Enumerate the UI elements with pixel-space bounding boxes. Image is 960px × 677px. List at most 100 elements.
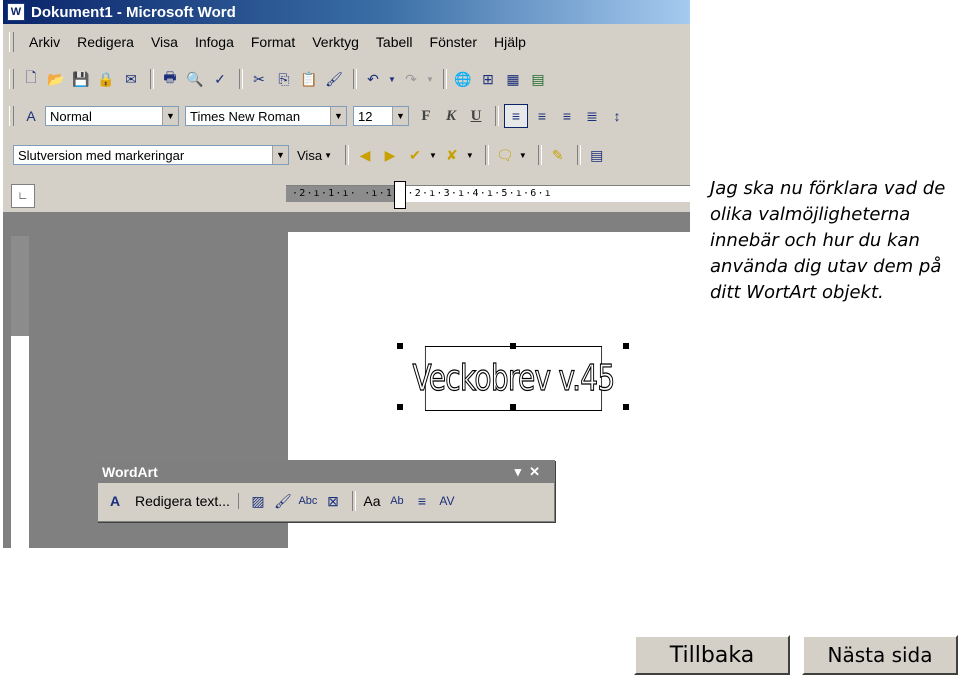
- selection-handle[interactable]: [510, 343, 516, 349]
- horizontal-ruler[interactable]: ·2·ı·1·ı· ·ı·1·ı·2·ı·3·ı·4·ı·5·ı·6·ı: [286, 181, 690, 209]
- hyperlink-icon[interactable]: 🌐: [452, 68, 474, 90]
- menu-visa[interactable]: Visa: [144, 34, 188, 50]
- next-change-icon[interactable]: ▶: [379, 144, 401, 166]
- chevron-down-icon[interactable]: ▼: [392, 107, 408, 125]
- redo-dropdown-icon[interactable]: ▼: [425, 68, 435, 90]
- same-letter-heights-icon[interactable]: Aa: [361, 490, 383, 512]
- toolbar-grip[interactable]: [9, 69, 14, 89]
- chevron-down-icon[interactable]: ▾: [515, 464, 530, 479]
- toolbar-separator: [576, 145, 581, 165]
- back-button[interactable]: Tillbaka: [634, 635, 790, 675]
- wordart-toolbar-titlebar[interactable]: WordArt ▾✕: [98, 461, 554, 483]
- markup-mode-dropdown[interactable]: Slutversion med markeringar ▼: [13, 145, 289, 165]
- toolbar-grip[interactable]: [9, 106, 14, 126]
- tables-borders-icon[interactable]: ⊞: [477, 68, 499, 90]
- menu-arkiv[interactable]: Arkiv: [22, 34, 70, 50]
- track-changes-icon[interactable]: ✎: [547, 144, 569, 166]
- chevron-down-icon[interactable]: ▼: [429, 151, 437, 160]
- font-size-dropdown[interactable]: 12 ▼: [353, 106, 409, 126]
- permission-icon[interactable]: 🔒: [95, 68, 117, 90]
- align-center-icon[interactable]: ≡: [531, 105, 553, 127]
- chevron-down-icon[interactable]: ▼: [519, 151, 527, 160]
- wordart-gallery-icon[interactable]: ▨: [247, 490, 269, 512]
- format-wordart-icon[interactable]: 🖌: [272, 490, 294, 512]
- vertical-text-icon[interactable]: Ab: [386, 490, 408, 512]
- cut-icon[interactable]: ✂: [248, 68, 270, 90]
- print-preview-icon[interactable]: 🔍: [184, 68, 206, 90]
- toolbar-separator: [495, 106, 499, 126]
- reviewing-pane-icon[interactable]: ▤: [586, 144, 608, 166]
- chevron-down-icon[interactable]: ▼: [330, 107, 346, 125]
- menu-tabell[interactable]: Tabell: [369, 34, 423, 50]
- wordart-shape-icon[interactable]: Abc: [297, 490, 319, 512]
- new-document-icon[interactable]: 🗋: [20, 68, 42, 90]
- font-dropdown[interactable]: Times New Roman ▼: [185, 106, 347, 126]
- reject-change-icon[interactable]: ✘: [441, 144, 463, 166]
- insert-table-icon[interactable]: ▦: [502, 68, 524, 90]
- chevron-down-icon[interactable]: ▼: [466, 151, 474, 160]
- window-title: Dokument1 - Microsoft Word: [31, 3, 236, 21]
- print-icon[interactable]: 🖶: [159, 68, 181, 90]
- paste-icon[interactable]: 📋: [298, 68, 320, 90]
- edit-text-button[interactable]: Redigera text...: [129, 493, 239, 509]
- indent-marker[interactable]: [394, 181, 406, 209]
- toolbar-separator: [353, 69, 357, 89]
- markup-mode-value: Slutversion med markeringar: [18, 147, 185, 163]
- toolbar-grip[interactable]: [9, 32, 14, 52]
- styles-formatting-icon[interactable]: A: [20, 105, 42, 127]
- mail-icon[interactable]: ✉: [120, 68, 142, 90]
- next-page-button[interactable]: Nästa sida: [802, 635, 958, 675]
- menu-infoga[interactable]: Infoga: [188, 34, 244, 50]
- menu-format[interactable]: Format: [244, 34, 305, 50]
- spelling-icon[interactable]: ✓: [209, 68, 231, 90]
- vertical-ruler[interactable]: [10, 236, 29, 548]
- align-left-icon[interactable]: ≡: [504, 104, 528, 128]
- undo-dropdown-icon[interactable]: ▼: [387, 68, 397, 90]
- explanation-text: Jag ska nu förklara vad de olika valmöjl…: [710, 178, 946, 303]
- show-menu[interactable]: Visa: [297, 148, 322, 163]
- chevron-down-icon[interactable]: ▼: [162, 107, 178, 125]
- reviewing-toolbar: Slutversion med markeringar ▼ Visa ▼ ◀ ▶…: [3, 139, 690, 171]
- alignment-icon[interactable]: ≡: [411, 490, 433, 512]
- italic-button[interactable]: K: [440, 105, 462, 127]
- close-icon[interactable]: ✕: [529, 464, 548, 479]
- toolbar-separator: [537, 145, 542, 165]
- selection-handle[interactable]: [510, 404, 516, 410]
- style-dropdown[interactable]: Normal ▼: [45, 106, 179, 126]
- formatting-toolbar: A Normal ▼ Times New Roman ▼ 12 ▼ F K U …: [3, 100, 690, 132]
- line-spacing-icon[interactable]: ↕: [606, 105, 628, 127]
- selection-handle[interactable]: [397, 404, 403, 410]
- save-icon[interactable]: 💾: [70, 68, 92, 90]
- chevron-down-icon[interactable]: ▼: [324, 151, 332, 160]
- underline-button[interactable]: U: [465, 105, 487, 127]
- redo-icon[interactable]: ↷: [400, 68, 422, 90]
- ruler-area: ∟ ·2·ı·1·ı· ·ı·1·ı·2·ı·3·ı·4·ı·5·ı·6·ı: [3, 178, 690, 212]
- insert-wordart-icon[interactable]: A: [104, 490, 126, 512]
- character-spacing-icon[interactable]: AV: [436, 490, 458, 512]
- toolbar-separator: [150, 69, 154, 89]
- tab-selector-icon[interactable]: ∟: [11, 184, 35, 208]
- undo-icon[interactable]: ↶: [362, 68, 384, 90]
- menu-fonster[interactable]: Fönster: [423, 34, 487, 50]
- selection-handle[interactable]: [397, 343, 403, 349]
- accept-change-icon[interactable]: ✔: [404, 144, 426, 166]
- ruler-ticks: ·2·ı·1·ı· ·ı·1·ı·2·ı·3·ı·4·ı·5·ı·6·ı: [292, 188, 552, 199]
- previous-change-icon[interactable]: ◀: [354, 144, 376, 166]
- wordart-object[interactable]: Veckobrev v.45: [412, 346, 616, 411]
- justify-icon[interactable]: ≣: [581, 105, 603, 127]
- new-comment-icon[interactable]: 🗨: [494, 144, 516, 166]
- menu-hjalp[interactable]: Hjälp: [487, 34, 536, 50]
- copy-icon[interactable]: ⎘: [273, 68, 295, 90]
- selection-handle[interactable]: [623, 343, 629, 349]
- word-app-icon: W: [7, 3, 25, 21]
- chevron-down-icon[interactable]: ▼: [272, 146, 288, 164]
- selection-handle[interactable]: [623, 404, 629, 410]
- insert-excel-icon[interactable]: ▤: [527, 68, 549, 90]
- align-right-icon[interactable]: ≡: [556, 105, 578, 127]
- format-painter-icon[interactable]: 🖌: [323, 68, 345, 90]
- menu-verktyg[interactable]: Verktyg: [305, 34, 369, 50]
- bold-button[interactable]: F: [415, 105, 437, 127]
- menu-redigera[interactable]: Redigera: [70, 34, 144, 50]
- text-wrapping-icon[interactable]: ⊠: [322, 490, 344, 512]
- open-folder-icon[interactable]: 📂: [45, 68, 67, 90]
